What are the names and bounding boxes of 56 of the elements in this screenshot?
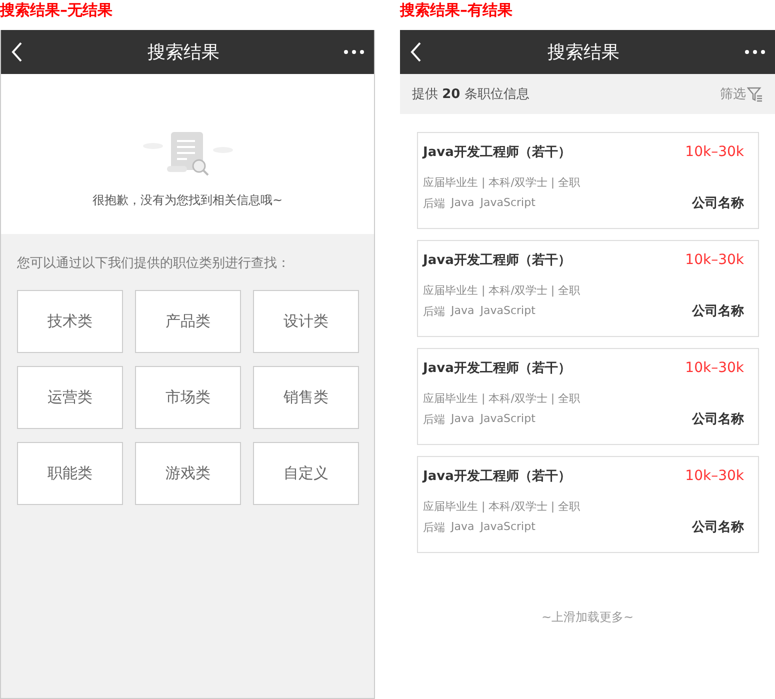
filter-icon	[747, 86, 763, 102]
hint-text: 您可以通过以下我们提供的职位类别进行查找：	[17, 255, 291, 272]
back-button[interactable]	[410, 40, 422, 64]
category-button[interactable]: 自定义	[253, 442, 359, 505]
result-count-text: 提供 20 条职位信息	[412, 86, 530, 103]
category-button[interactable]: 市场类	[135, 366, 241, 429]
job-requirements: 应届毕业生 | 本科/双学士 | 全职	[423, 283, 582, 298]
screen-title: 搜索结果	[548, 41, 620, 64]
job-card[interactable]: Java开发工程师（若干） 10k–30k 应届毕业生 | 本科/双学士 | 全职 后端 Java JavaScript 公司名称	[417, 132, 759, 229]
back-icon	[410, 42, 422, 62]
job-title: Java开发工程师（若干）	[423, 468, 571, 485]
job-tag: 后端	[423, 196, 445, 210]
company-name: 公司名称	[692, 411, 744, 428]
category-button[interactable]: 销售类	[253, 366, 359, 429]
salary-text: 10k–30k	[685, 252, 744, 268]
more-icon	[745, 50, 765, 54]
job-card[interactable]: Java开发工程师（若干） 10k–30k 应届毕业生 | 本科/双学士 | 全职 后端 Java JavaScript 公司名称	[417, 456, 759, 553]
job-title: Java开发工程师（若干）	[423, 360, 571, 377]
category-button[interactable]: 游戏类	[135, 442, 241, 505]
more-icon	[344, 50, 364, 54]
job-tag: 后端	[423, 304, 445, 318]
category-button[interactable]: 职能类	[17, 442, 123, 505]
job-requirements: 应届毕业生 | 本科/双学士 | 全职	[423, 499, 582, 514]
salary-text: 10k–30k	[685, 360, 744, 376]
category-button[interactable]: 运营类	[17, 366, 123, 429]
load-more-text: ~上滑加载更多~	[540, 609, 635, 626]
job-tag: Java	[451, 304, 474, 318]
category-button[interactable]: 设计类	[253, 290, 359, 353]
salary-text: 10k–30k	[685, 468, 744, 484]
back-button[interactable]	[11, 40, 23, 64]
job-tag: JavaScript	[480, 304, 536, 318]
job-title: Java开发工程师（若干）	[423, 144, 571, 161]
job-card[interactable]: Java开发工程师（若干） 10k–30k 应届毕业生 | 本科/双学士 | 全职 后端 Java JavaScript 公司名称	[417, 240, 759, 337]
job-title: Java开发工程师（若干）	[423, 252, 571, 269]
empty-message: 很抱歉，没有为您找到相关信息哦~	[92, 192, 283, 209]
company-name: 公司名称	[692, 195, 744, 212]
job-tag: 后端	[423, 412, 445, 426]
salary-text: 10k–30k	[685, 144, 744, 160]
job-tag: JavaScript	[480, 412, 536, 426]
company-name: 公司名称	[692, 303, 744, 320]
company-name: 公司名称	[692, 519, 744, 536]
job-tag: 后端	[423, 520, 445, 534]
job-requirements: 应届毕业生 | 本科/双学士 | 全职	[423, 391, 582, 406]
job-tag: Java	[451, 520, 474, 534]
screen-title: 搜索结果	[148, 41, 220, 64]
job-tag: Java	[451, 412, 474, 426]
job-requirements: 应届毕业生 | 本科/双学士 | 全职	[423, 175, 582, 190]
category-button[interactable]: 产品类	[135, 290, 241, 353]
job-tag: Java	[451, 196, 474, 210]
screen-caption: 搜索结果–有结果	[400, 0, 514, 21]
job-tag: JavaScript	[480, 520, 536, 534]
category-button[interactable]: 技术类	[17, 290, 123, 353]
job-tag: JavaScript	[480, 196, 536, 210]
filter-button[interactable]: 筛选	[720, 85, 763, 103]
job-card[interactable]: Java开发工程师（若干） 10k–30k 应届毕业生 | 本科/双学士 | 全职 后端 Java JavaScript 公司名称	[417, 348, 759, 445]
back-icon	[11, 42, 23, 62]
